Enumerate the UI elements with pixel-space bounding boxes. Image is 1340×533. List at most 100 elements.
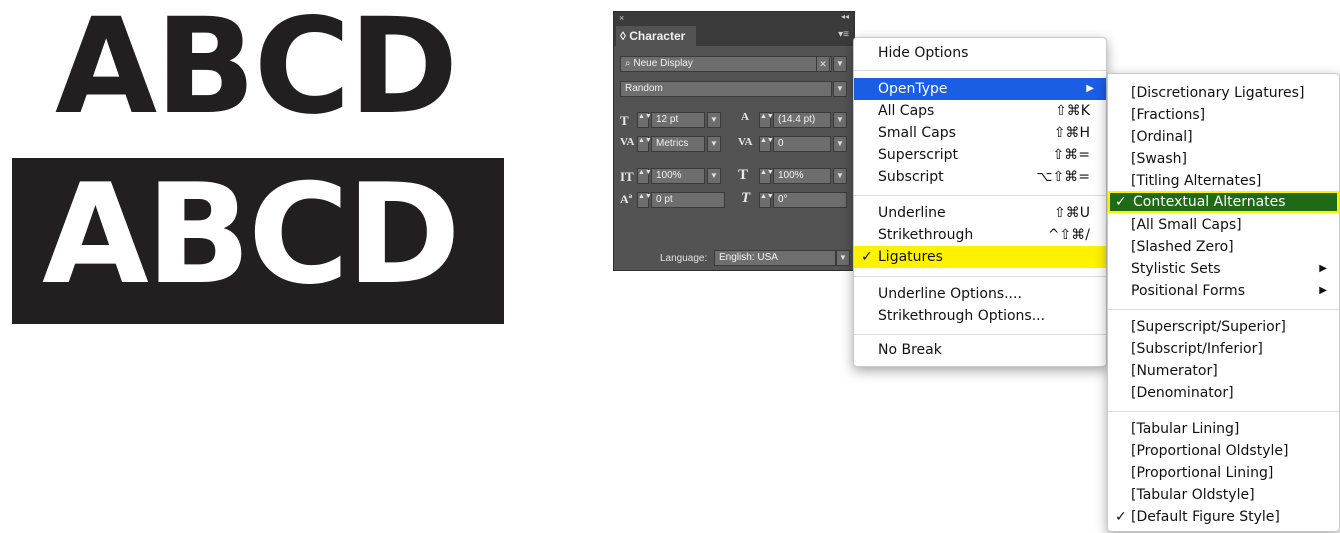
vertical-scale-icon: IT: [620, 169, 634, 184]
leading-field[interactable]: (14.4 pt): [773, 112, 831, 128]
menu-item-denominator[interactable]: [Denominator]: [1108, 382, 1339, 404]
vertical-scale-field[interactable]: 100%: [651, 168, 705, 184]
sample-text-inverted-box: ABCD: [12, 154, 504, 324]
shortcut-label: ⇧⌘U: [1054, 205, 1090, 221]
menu-item-slashed-zero[interactable]: [Slashed Zero]: [1108, 236, 1339, 258]
menu-item-subscript-inferior[interactable]: [Subscript/Inferior]: [1108, 338, 1339, 360]
menu-item-label: [Default Figure Style]: [1131, 509, 1280, 525]
menu-separator: [854, 70, 1106, 71]
shortcut-label: ^⇧⌘/: [1047, 227, 1090, 243]
menu-item-label: No Break: [878, 342, 942, 358]
shortcut-label: ⌥⇧⌘=: [1036, 169, 1090, 185]
collapse-icon[interactable]: ◂◂: [841, 12, 849, 21]
font-style-dropdown[interactable]: ▼: [833, 81, 847, 97]
font-family-value: Neue Display: [633, 58, 693, 69]
menu-item-stylistic-sets[interactable]: Stylistic Sets ▶: [1108, 258, 1339, 280]
menu-item-label: Underline Options....: [878, 286, 1022, 302]
horizontal-scale-stepper[interactable]: ▲▼: [759, 168, 774, 184]
font-style-field[interactable]: Random: [620, 81, 832, 97]
kerning-stepper[interactable]: ▲▼: [637, 136, 652, 152]
vertical-scale-stepper[interactable]: ▲▼: [637, 168, 652, 184]
font-size-dropdown[interactable]: ▼: [707, 112, 721, 128]
menu-item-all-caps[interactable]: All Caps ⇧⌘K: [854, 100, 1106, 122]
menu-item-contextual-alternates[interactable]: ✓ Contextual Alternates: [1108, 191, 1339, 213]
menu-item-underline-options[interactable]: Underline Options....: [854, 283, 1106, 305]
menu-separator: [1108, 411, 1339, 412]
baseline-shift-field[interactable]: 0 pt: [651, 192, 725, 208]
menu-item-superscript-superior[interactable]: [Superscript/Superior]: [1108, 316, 1339, 338]
baseline-shift-stepper[interactable]: ▲▼: [637, 192, 652, 208]
kerning-dropdown[interactable]: ▼: [707, 136, 721, 152]
menu-separator: [854, 276, 1106, 277]
menu-item-label: [Fractions]: [1131, 107, 1206, 123]
menu-item-opentype[interactable]: OpenType ▶: [854, 78, 1106, 100]
shortcut-label: ⇧⌘H: [1053, 125, 1090, 141]
tracking-dropdown[interactable]: ▼: [833, 136, 847, 152]
menu-item-fractions[interactable]: [Fractions]: [1108, 104, 1339, 126]
font-family-dropdown[interactable]: ▼: [833, 56, 847, 72]
font-size-field[interactable]: 12 pt: [651, 112, 705, 128]
menu-item-label: [Tabular Lining]: [1131, 421, 1240, 437]
menu-item-all-small-caps[interactable]: [All Small Caps]: [1108, 214, 1339, 236]
horizontal-scale-field[interactable]: 100%: [773, 168, 831, 184]
horizontal-scale-dropdown[interactable]: ▼: [833, 168, 847, 184]
checkmark-icon: ✓: [861, 249, 873, 265]
clear-icon[interactable]: ✕: [816, 56, 830, 72]
menu-item-label: [Ordinal]: [1131, 129, 1193, 145]
menu-item-titling-alternates[interactable]: [Titling Alternates]: [1108, 170, 1339, 192]
kerning-field[interactable]: Metrics: [651, 136, 705, 152]
menu-item-label: Contextual Alternates: [1133, 194, 1286, 210]
submenu-arrow-icon: ▶: [1319, 285, 1327, 296]
panel-menu-icon[interactable]: ▾≡: [838, 29, 849, 40]
menu-item-label: Superscript: [878, 147, 959, 163]
menu-item-label: Ligatures: [878, 249, 943, 265]
menu-item-strikethrough-options[interactable]: Strikethrough Options...: [854, 305, 1106, 327]
menu-item-label: Strikethrough Options...: [878, 308, 1046, 324]
leading-stepper[interactable]: ▲▼: [759, 112, 774, 128]
menu-item-ligatures[interactable]: ✓ Ligatures: [854, 246, 1106, 268]
menu-item-label: [Discretionary Ligatures]: [1131, 85, 1305, 101]
menu-item-tabular-lining[interactable]: [Tabular Lining]: [1108, 418, 1339, 440]
menu-item-default-figure-style[interactable]: ✓ [Default Figure Style]: [1108, 506, 1339, 528]
menu-item-label: All Caps: [878, 103, 935, 119]
vertical-scale-dropdown[interactable]: ▼: [707, 168, 721, 184]
submenu-arrow-icon: ▶: [1319, 263, 1327, 274]
horizontal-scale-icon: T: [738, 167, 749, 183]
menu-item-label: Stylistic Sets: [1131, 261, 1221, 277]
baseline-shift-icon: Aª: [620, 192, 633, 206]
tab-character[interactable]: ◊ Character: [616, 26, 696, 46]
menu-item-subscript[interactable]: Subscript ⌥⇧⌘=: [854, 166, 1106, 188]
menu-item-underline[interactable]: Underline ⇧⌘U: [854, 202, 1106, 224]
shortcut-label: ⇧⌘=: [1052, 147, 1090, 163]
tracking-stepper[interactable]: ▲▼: [759, 136, 774, 152]
character-panel: × ◂◂ ◊ Character ▾≡ ⌕ Neue Display ✕ ▼ R…: [613, 11, 855, 271]
menu-item-superscript[interactable]: Superscript ⇧⌘=: [854, 144, 1106, 166]
skew-stepper[interactable]: ▲▼: [759, 192, 774, 208]
menu-item-no-break[interactable]: No Break: [854, 339, 1106, 361]
language-label: Language:: [660, 253, 708, 264]
menu-item-positional-forms[interactable]: Positional Forms ▶: [1108, 280, 1339, 302]
language-field[interactable]: English: USA: [714, 250, 836, 266]
close-icon[interactable]: ×: [619, 13, 624, 23]
menu-item-discretionary-ligatures[interactable]: [Discretionary Ligatures]: [1108, 82, 1339, 104]
language-dropdown[interactable]: ▼: [836, 250, 850, 266]
menu-item-proportional-oldstyle[interactable]: [Proportional Oldstyle]: [1108, 440, 1339, 462]
menu-item-numerator[interactable]: [Numerator]: [1108, 360, 1339, 382]
menu-separator: [1108, 309, 1339, 310]
menu-item-tabular-oldstyle[interactable]: [Tabular Oldstyle]: [1108, 484, 1339, 506]
font-size-stepper[interactable]: ▲▼: [637, 112, 652, 128]
font-family-field[interactable]: ⌕ Neue Display: [620, 56, 832, 72]
menu-item-small-caps[interactable]: Small Caps ⇧⌘H: [854, 122, 1106, 144]
menu-item-swash[interactable]: [Swash]: [1108, 148, 1339, 170]
menu-item-hide-options[interactable]: Hide Options: [854, 42, 1106, 64]
menu-item-label: [Tabular Oldstyle]: [1131, 487, 1255, 503]
menu-item-strikethrough[interactable]: Strikethrough ^⇧⌘/: [854, 224, 1106, 246]
menu-item-ordinal[interactable]: [Ordinal]: [1108, 126, 1339, 148]
leading-dropdown[interactable]: ▼: [833, 112, 847, 128]
menu-item-label: [Titling Alternates]: [1131, 173, 1262, 189]
skew-field[interactable]: 0°: [773, 192, 847, 208]
menu-item-label: Underline: [878, 205, 946, 221]
menu-item-proportional-lining[interactable]: [Proportional Lining]: [1108, 462, 1339, 484]
tracking-field[interactable]: 0: [773, 136, 831, 152]
menu-item-label: [All Small Caps]: [1131, 217, 1242, 233]
